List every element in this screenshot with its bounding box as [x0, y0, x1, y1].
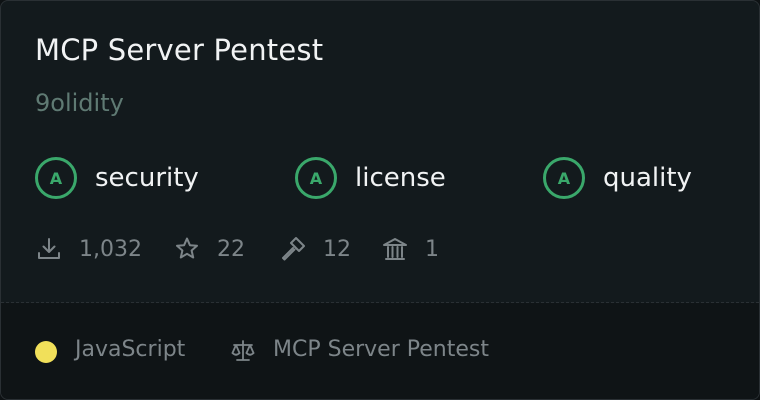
card-footer: JavaScript MCP Server Pentest	[1, 303, 759, 399]
tools-stat: 12	[279, 229, 351, 269]
language-color-dot	[35, 341, 57, 363]
scale-icon	[231, 340, 255, 361]
downloads-stat: 1,032	[35, 229, 142, 269]
license-badge-label: license	[355, 163, 446, 193]
language-label: JavaScript	[75, 337, 186, 362]
quality-grade-icon: A	[543, 157, 585, 199]
bank-icon	[383, 238, 407, 260]
card-title[interactable]: MCP Server Pentest	[35, 33, 323, 67]
quality-badge-label: quality	[603, 163, 692, 193]
security-badge[interactable]: A security	[35, 154, 199, 202]
hammer-icon	[282, 237, 305, 261]
grade-badges: A security A license A quality	[35, 154, 735, 202]
security-badge-label: security	[95, 163, 199, 193]
security-grade-icon: A	[35, 157, 77, 199]
license-grade-icon: A	[295, 157, 337, 199]
tools-count: 12	[323, 236, 351, 262]
star-icon	[176, 237, 198, 259]
license-badge[interactable]: A license	[295, 154, 446, 202]
author-name[interactable]: 9olidity	[35, 89, 124, 117]
stars-stat: 22	[173, 229, 245, 269]
institutions-stat: 1	[381, 229, 439, 269]
server-card[interactable]: MCP Server Pentest 9olidity A security A…	[0, 0, 760, 400]
downloads-count: 1,032	[79, 236, 142, 262]
download-icon	[38, 238, 60, 259]
institutions-count: 1	[425, 236, 439, 262]
stats-row: 1,032 22 12 1	[35, 229, 735, 269]
quality-badge[interactable]: A quality	[543, 154, 692, 202]
license-label: MCP Server Pentest	[273, 337, 489, 362]
stars-count: 22	[217, 236, 245, 262]
